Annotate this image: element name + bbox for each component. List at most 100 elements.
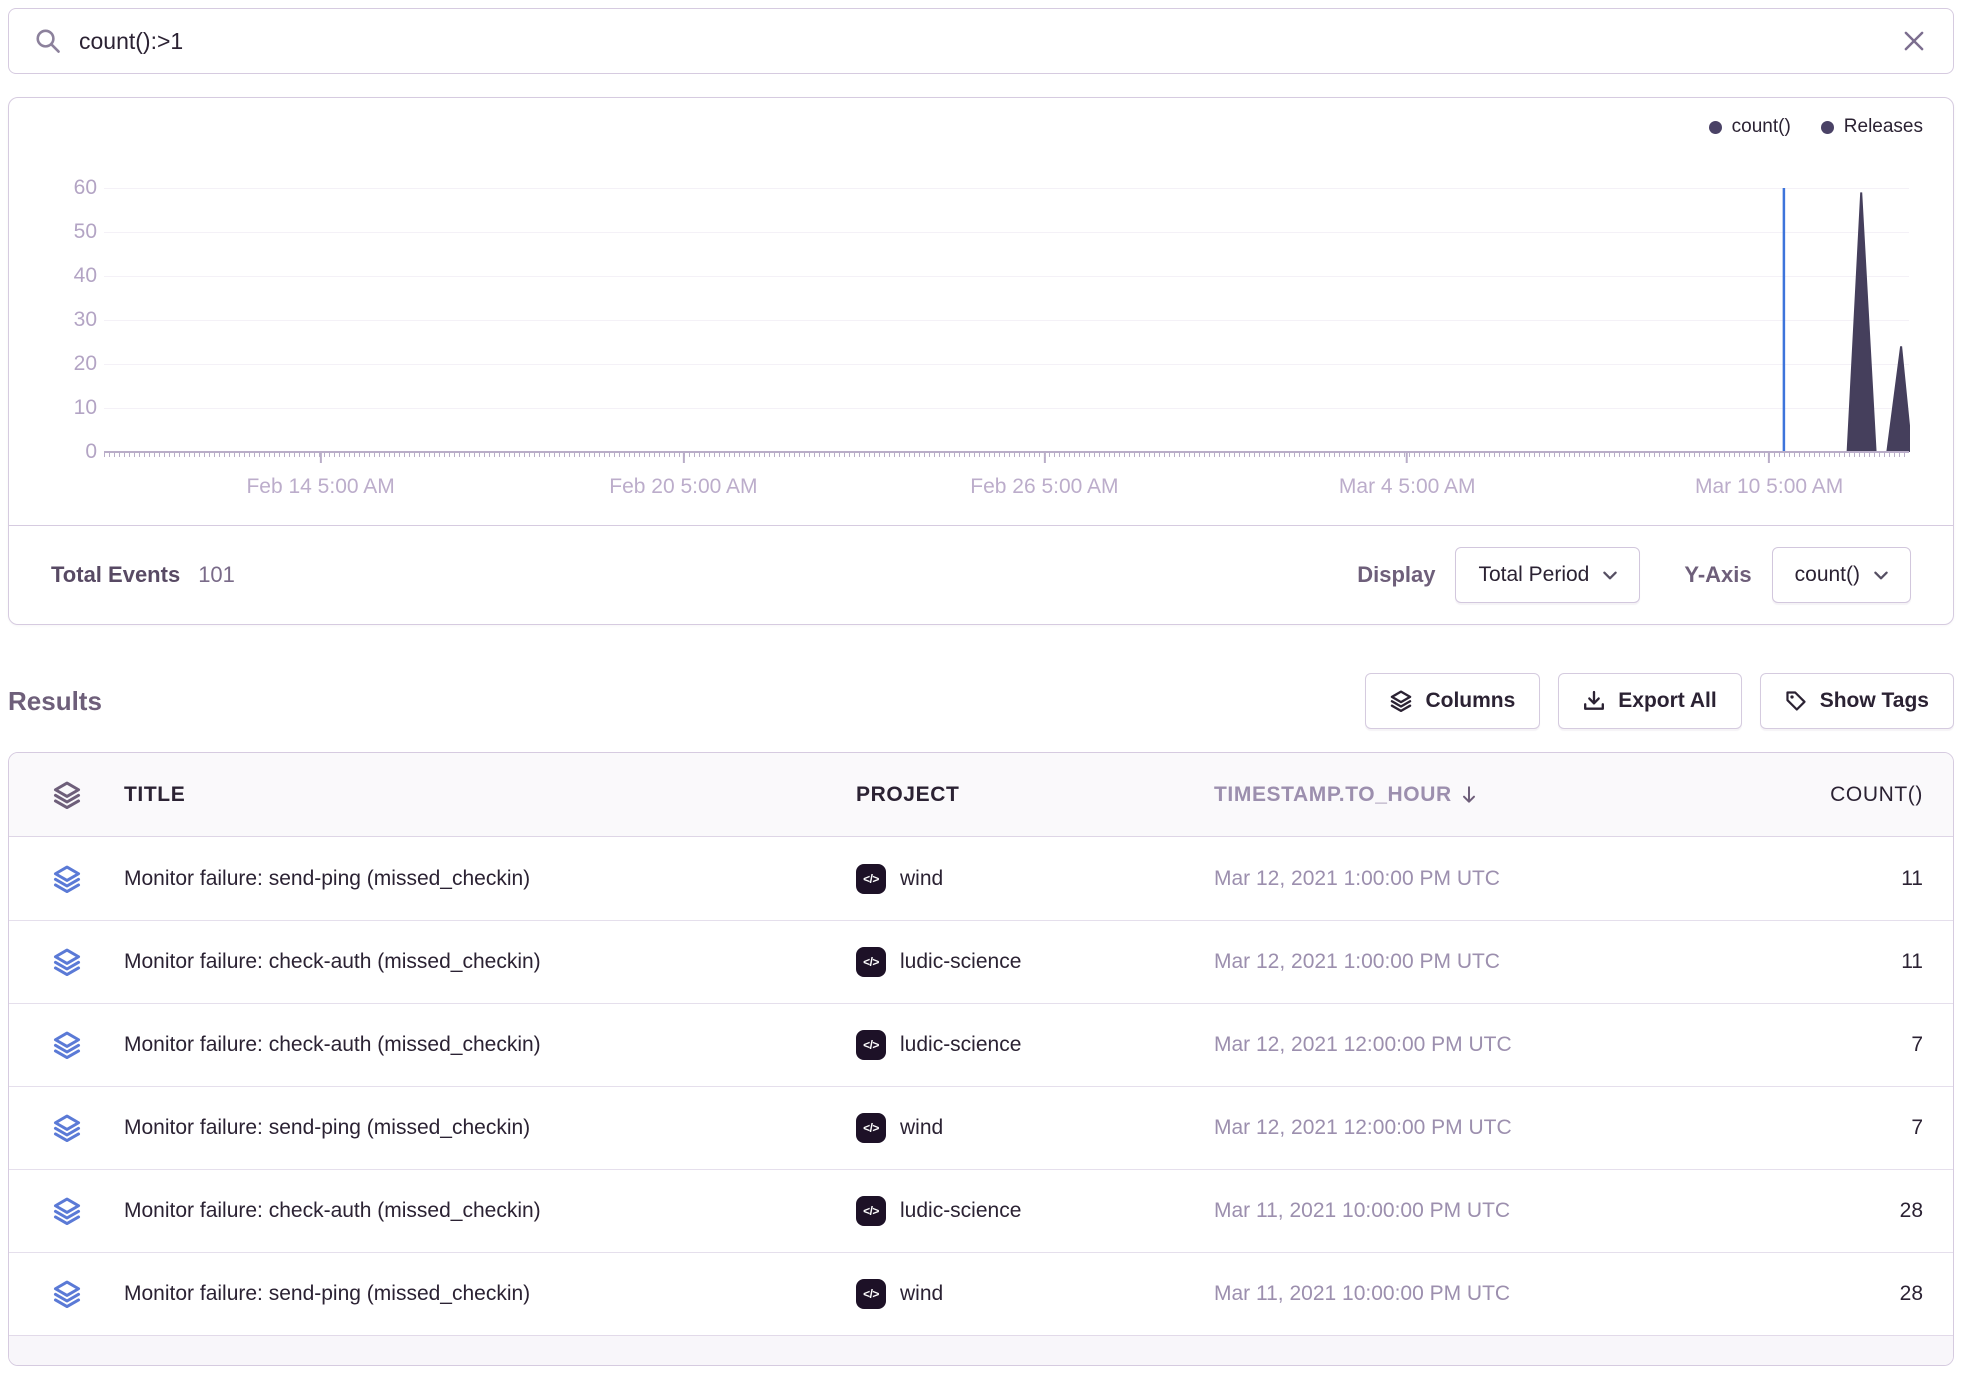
download-icon bbox=[1583, 690, 1605, 712]
row-stack-cell[interactable] bbox=[9, 1197, 124, 1225]
x-axis-tick-mark bbox=[682, 452, 684, 463]
chevron-down-icon bbox=[1603, 571, 1617, 580]
count-cell: 11 bbox=[1694, 867, 1953, 891]
count-cell: 7 bbox=[1694, 1033, 1953, 1057]
table-row[interactable]: Monitor failure: check-auth (missed_chec… bbox=[9, 920, 1953, 1003]
row-stack-cell[interactable] bbox=[9, 865, 124, 893]
header-count[interactable]: COUNT() bbox=[1694, 783, 1953, 807]
search-input[interactable] bbox=[79, 28, 1883, 55]
legend-dot-icon bbox=[1821, 121, 1834, 134]
project-name: ludic-science bbox=[900, 1033, 1021, 1057]
project-cell[interactable]: </> wind bbox=[856, 1279, 1214, 1309]
project-cell[interactable]: </> wind bbox=[856, 1113, 1214, 1143]
project-cell[interactable]: </> ludic-science bbox=[856, 947, 1214, 977]
row-stack-cell[interactable] bbox=[9, 948, 124, 976]
table-row[interactable]: Monitor failure: send-ping (missed_check… bbox=[9, 1086, 1953, 1169]
x-axis-tick-label: Mar 10 5:00 AM bbox=[1695, 475, 1843, 499]
display-label: Display bbox=[1357, 562, 1435, 588]
export-all-button[interactable]: Export All bbox=[1558, 673, 1741, 729]
sort-descending-icon bbox=[1460, 785, 1478, 805]
legend-item[interactable]: Releases bbox=[1821, 116, 1923, 138]
table-row[interactable]: Monitor failure: send-ping (missed_check… bbox=[9, 1252, 1953, 1335]
timestamp-cell: Mar 12, 2021 1:00:00 PM UTC bbox=[1214, 950, 1694, 974]
row-stack-cell[interactable] bbox=[9, 1280, 124, 1308]
row-stack-cell[interactable] bbox=[9, 1031, 124, 1059]
layers-icon bbox=[53, 948, 81, 976]
layers-icon bbox=[53, 781, 81, 809]
legend-label: count() bbox=[1732, 116, 1791, 138]
results-heading: Results bbox=[8, 686, 102, 717]
platform-code-icon: </> bbox=[856, 1113, 886, 1143]
y-axis-tick-label: 50 bbox=[37, 210, 97, 254]
platform-code-icon: </> bbox=[856, 1196, 886, 1226]
platform-code-icon: </> bbox=[856, 864, 886, 894]
x-axis-tick-label: Feb 20 5:00 AM bbox=[609, 475, 757, 499]
table-header-row: TITLE PROJECT TIMESTAMP.TO_HOUR COUNT() bbox=[9, 753, 1953, 837]
chart-y-axis: 60 50 40 30 20 10 0 bbox=[37, 166, 97, 474]
platform-code-icon: </> bbox=[856, 947, 886, 977]
legend-item[interactable]: count() bbox=[1709, 116, 1791, 138]
x-axis-tick: Feb 26 5:00 AM bbox=[970, 452, 1118, 499]
layers-icon bbox=[53, 1197, 81, 1225]
chart-plot-area[interactable]: Feb 14 5:00 AM Feb 20 5:00 AM Feb 26 5:0… bbox=[104, 188, 1909, 452]
count-cell: 28 bbox=[1694, 1282, 1953, 1306]
event-title[interactable]: Monitor failure: check-auth (missed_chec… bbox=[124, 1033, 856, 1057]
header-title[interactable]: TITLE bbox=[124, 783, 856, 807]
timestamp-cell: Mar 11, 2021 10:00:00 PM UTC bbox=[1214, 1282, 1694, 1306]
yaxis-dropdown[interactable]: count() bbox=[1772, 547, 1911, 603]
display-dropdown-value: Total Period bbox=[1478, 563, 1589, 587]
display-dropdown[interactable]: Total Period bbox=[1455, 547, 1640, 603]
platform-code-icon: </> bbox=[856, 1279, 886, 1309]
x-axis-tick-label: Feb 14 5:00 AM bbox=[246, 475, 394, 499]
chart-x-axis: Feb 14 5:00 AM Feb 20 5:00 AM Feb 26 5:0… bbox=[104, 452, 1909, 522]
timestamp-cell: Mar 12, 2021 1:00:00 PM UTC bbox=[1214, 867, 1694, 891]
close-icon[interactable] bbox=[1901, 28, 1927, 54]
x-axis-tick: Mar 4 5:00 AM bbox=[1339, 452, 1476, 499]
results-table: TITLE PROJECT TIMESTAMP.TO_HOUR COUNT() … bbox=[8, 752, 1954, 1366]
layers-icon bbox=[53, 865, 81, 893]
project-name: ludic-science bbox=[900, 1199, 1021, 1223]
chart-footer: Total Events 101 Display Total Period Y-… bbox=[9, 525, 1953, 624]
results-header-row: Results Columns Export All Show Tags bbox=[8, 672, 1954, 730]
x-axis-tick: Mar 10 5:00 AM bbox=[1695, 452, 1843, 499]
header-timestamp[interactable]: TIMESTAMP.TO_HOUR bbox=[1214, 783, 1694, 807]
row-stack-cell[interactable] bbox=[9, 1114, 124, 1142]
table-body: Monitor failure: send-ping (missed_check… bbox=[9, 837, 1953, 1335]
project-name: wind bbox=[900, 1282, 943, 1306]
timestamp-cell: Mar 12, 2021 12:00:00 PM UTC bbox=[1214, 1116, 1694, 1140]
project-cell[interactable]: </> wind bbox=[856, 864, 1214, 894]
table-row[interactable]: Monitor failure: send-ping (missed_check… bbox=[9, 837, 1953, 920]
table-row[interactable]: Monitor failure: check-auth (missed_chec… bbox=[9, 1169, 1953, 1252]
layers-icon bbox=[53, 1114, 81, 1142]
event-title[interactable]: Monitor failure: check-auth (missed_chec… bbox=[124, 950, 856, 974]
event-title[interactable]: Monitor failure: send-ping (missed_check… bbox=[124, 1282, 856, 1306]
chevron-down-icon bbox=[1874, 571, 1888, 580]
timestamp-cell: Mar 12, 2021 12:00:00 PM UTC bbox=[1214, 1033, 1694, 1057]
legend-label: Releases bbox=[1844, 116, 1923, 138]
project-name: wind bbox=[900, 1116, 943, 1140]
show-tags-button[interactable]: Show Tags bbox=[1760, 673, 1954, 729]
table-row[interactable]: Monitor failure: check-auth (missed_chec… bbox=[9, 1003, 1953, 1086]
header-project[interactable]: PROJECT bbox=[856, 783, 1214, 807]
project-name: ludic-science bbox=[900, 950, 1021, 974]
event-title[interactable]: Monitor failure: check-auth (missed_chec… bbox=[124, 1199, 856, 1223]
event-title[interactable]: Monitor failure: send-ping (missed_check… bbox=[124, 867, 856, 891]
layers-icon bbox=[1390, 690, 1412, 712]
project-cell[interactable]: </> ludic-science bbox=[856, 1030, 1214, 1060]
table-footer-strip bbox=[9, 1335, 1953, 1365]
platform-code-icon: </> bbox=[856, 1030, 886, 1060]
legend-dot-icon bbox=[1709, 121, 1722, 134]
event-title[interactable]: Monitor failure: send-ping (missed_check… bbox=[124, 1116, 856, 1140]
yaxis-dropdown-value: count() bbox=[1795, 563, 1860, 587]
chart-legend: count() Releases bbox=[1709, 116, 1923, 138]
project-cell[interactable]: </> ludic-science bbox=[856, 1196, 1214, 1226]
y-axis-tick-label: 60 bbox=[37, 166, 97, 210]
search-bar bbox=[8, 8, 1954, 74]
y-axis-tick-label: 40 bbox=[37, 254, 97, 298]
x-axis-tick-mark bbox=[1768, 452, 1770, 463]
x-axis-tick-mark bbox=[1043, 452, 1045, 463]
columns-button[interactable]: Columns bbox=[1365, 673, 1540, 729]
timestamp-cell: Mar 11, 2021 10:00:00 PM UTC bbox=[1214, 1199, 1694, 1223]
header-stack-column[interactable] bbox=[9, 781, 124, 809]
events-chart-panel: count() Releases 60 50 40 30 20 10 0 bbox=[8, 97, 1954, 625]
